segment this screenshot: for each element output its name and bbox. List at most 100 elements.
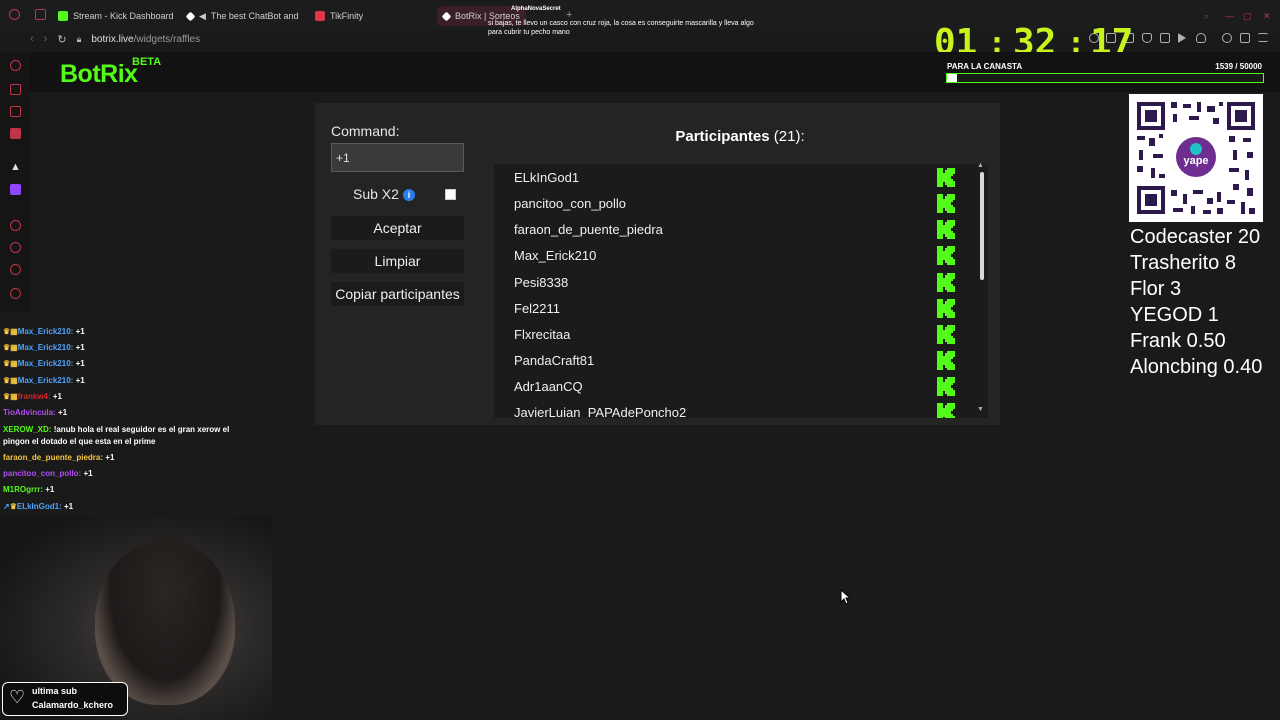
participant-name: faraon_de_puente_piedra [514,222,663,237]
shield-icon[interactable] [1142,33,1152,43]
participant-row: pancitoo_con_pollo [494,191,964,217]
chat-line: M1ROgrrr: +1 [3,485,54,494]
scroll-down-arrow[interactable]: ▼ [977,406,984,413]
heart-icon[interactable] [1196,33,1206,43]
chat-message: !anub hola el real seguidor es el gran x… [53,425,230,434]
chat-message: +1 [75,359,85,368]
sidebar-extension-icon[interactable] [10,264,21,275]
url-field[interactable]: botrix.live/widgets/raffles [91,34,200,45]
clear-button[interactable]: Limpiar [331,249,464,273]
chat-user: Max_Erick210: [17,343,74,352]
chat-line: TioAdvincula: +1 [3,408,67,417]
info-icon[interactable]: i [403,189,415,201]
minimize-icon[interactable]: — [1225,6,1234,26]
chat-user: frankw4: [17,392,51,401]
participant-row: ELkInGod1 [494,165,964,191]
search-tabs-icon[interactable]: ⌕ [1204,6,1209,26]
browser-menu-icon[interactable] [9,9,20,20]
chat-line: ♛▦Max_Erick210: +1 [3,359,85,368]
forward-icon[interactable]: › [44,33,48,45]
participant-row: faraon_de_puente_piedra [494,217,964,243]
maximize-icon[interactable]: ▢ [1243,6,1252,26]
tab-tikfinity[interactable]: TikFinity [315,6,363,26]
tab-chatbot[interactable]: ◀ The best ChatBot and [185,6,298,26]
sub-x2-label: Sub X2 [353,186,399,202]
chat-line: ♛▦Max_Erick210: +1 [3,343,85,352]
badge-icon: ♛▦ [3,376,18,385]
participant-name: pancitoo_con_pollo [514,196,627,211]
crown-icon: ♛ [9,502,17,511]
participants-count: (21): [773,128,805,145]
menu-icon[interactable] [1258,33,1268,42]
accept-button[interactable]: Aceptar [331,216,464,240]
sidebar-player-icon[interactable] [10,220,21,231]
close-window-icon[interactable]: ✕ [1263,6,1271,26]
kick-icon [937,246,955,265]
webcam-person [95,540,235,705]
chat-message: +1 [57,408,68,417]
sub-x2-checkbox[interactable] [445,189,456,200]
participant-row: Max_Erick210 [494,243,964,269]
command-input[interactable] [331,143,464,172]
scroll-up-arrow[interactable]: ▲ [977,162,984,169]
sidebar-clock-icon[interactable] [10,242,21,253]
chat-line: faraon_de_puente_piedra: +1 [3,453,114,462]
participants-heading: Participantes [675,128,770,145]
chat-user: M1ROgrrr: [3,485,44,494]
participant-name: Max_Erick210 [514,248,597,263]
sidebar-bag-icon[interactable] [10,84,21,95]
goal-label: PARA LA CANASTA [947,62,1023,71]
chat-message: +1 [105,453,115,462]
leaderboard-item: Frank 0.50 [1130,330,1226,352]
chat-message: +1 [45,485,55,494]
participants-list[interactable]: ELkInGod1 pancitoo_con_pollo faraon_de_p… [494,164,988,418]
play-icon[interactable] [1178,33,1186,43]
chat-user: TioAdvincula: [3,408,56,417]
chat-message: +1 [75,343,85,352]
chat-user: Max_Erick210: [17,359,74,368]
yape-qr-code: yape [1129,94,1263,222]
participant-name: Flxrecitaa [514,327,571,342]
botrix-logo[interactable]: BotRix [60,60,138,89]
chat-user: Max_Erick210: [17,327,74,336]
botrix-favicon-icon [185,11,196,21]
sidebar-settings-icon[interactable] [10,288,21,299]
sidebar-shield-icon[interactable] [10,106,21,117]
badge-icon: ♛▦ [3,392,18,401]
goal-count: 1539 / 50000 [1150,62,1262,71]
chat-user: Max_Erick210: [17,376,74,385]
alert-username: AlphaNovaSecret [511,6,561,12]
beta-badge: BETA [132,56,162,68]
kick-icon [937,194,955,213]
sidebar-history-icon[interactable] [10,60,21,71]
lock-icon: 🔒︎ [76,33,82,44]
tab-label: TikFinity [330,11,364,21]
back-icon[interactable]: ‹ [30,33,34,45]
chat-message: +1 [64,502,74,511]
profile-icon[interactable] [1222,33,1232,43]
kick-icon [937,299,955,318]
copy-participants-button[interactable]: Copiar participantes [331,282,464,306]
download-icon[interactable] [1240,33,1250,43]
reload-icon[interactable]: ↻ [57,33,66,46]
badge-icon: ♛▦ [3,327,18,336]
sidebar-arrow-icon[interactable]: ▲ [10,162,21,173]
sidebar-app-icon[interactable] [10,128,21,139]
chat-line: pancitoo_con_pollo: +1 [3,469,93,478]
chat-line: ↗♛ELkInGod1: +1 [3,502,73,511]
participant-name: Fel2211 [514,301,561,316]
botrix-favicon-icon [441,11,452,21]
sidebar-twitch-icon[interactable] [10,184,21,195]
kick-icon [937,168,955,187]
tab-overview-icon[interactable] [35,9,46,20]
kick-icon [937,220,955,239]
list-scrollbar[interactable] [980,172,984,280]
tab-kick-dashboard[interactable]: Stream - Kick Dashboard [58,6,174,26]
site-header [30,52,1280,92]
chat-line: ♛▦Max_Erick210: +1 [3,376,85,385]
speaker-icon: ◀ [199,10,206,21]
wallet-icon[interactable] [1160,33,1170,43]
browser-sidebar: ▲ [0,52,30,312]
kick-icon [937,325,955,344]
goal-progress-fill [947,74,957,82]
